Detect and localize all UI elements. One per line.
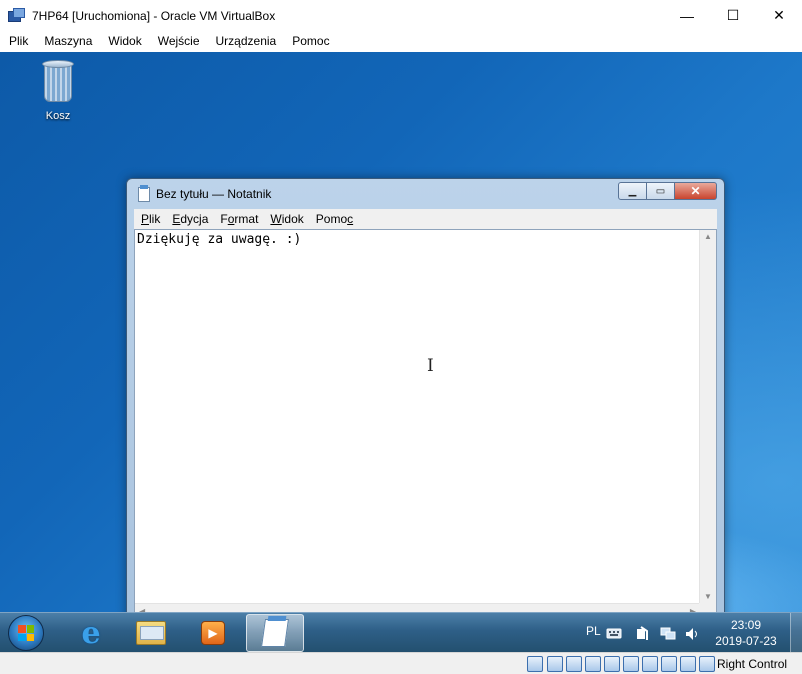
notepad-title: Bez tytułu — Notatnik	[156, 187, 272, 201]
scrollbar-corner	[699, 603, 716, 612]
network-adapter-icon[interactable]	[585, 656, 601, 672]
taskbar-media-player[interactable]: ▶	[184, 614, 242, 652]
notepad-menu-pomoc[interactable]: Pomoc	[310, 209, 359, 229]
virtualbox-menubar: Plik Maszyna Widok Wejście Urządzenia Po…	[0, 31, 802, 52]
system-clock[interactable]: 23:09 2019-07-23	[708, 617, 784, 649]
horizontal-scrollbar[interactable]: ◀ ▶	[135, 603, 700, 612]
cpu-icon[interactable]	[680, 656, 696, 672]
notepad-minimize-button[interactable]: ▁	[618, 182, 647, 200]
clock-time: 23:09	[730, 618, 762, 632]
virtualbox-statusbar: Right Control	[0, 652, 802, 674]
taskbar-windows-explorer[interactable]	[122, 614, 180, 652]
scroll-down-icon[interactable]: ▼	[704, 592, 712, 601]
notepad-icon	[138, 184, 150, 202]
folder-icon	[136, 621, 166, 645]
notepad-window[interactable]: Bez tytułu — Notatnik ▁ ▭ ✕ Plik Edycja …	[126, 178, 725, 612]
audio-icon[interactable]	[566, 656, 582, 672]
menu-wejscie[interactable]: Wejście	[150, 31, 208, 52]
notepad-menu-plik[interactable]: Plik	[134, 209, 166, 229]
shared-folders-icon[interactable]	[623, 656, 639, 672]
display-icon[interactable]	[642, 656, 658, 672]
recording-icon[interactable]	[661, 656, 677, 672]
desktop-icon-recycle-bin[interactable]: Kosz	[36, 58, 80, 122]
notepad-menu-edycja[interactable]: Edycja	[166, 209, 214, 229]
keyboard-icon[interactable]	[606, 626, 622, 640]
hard-disk-icon[interactable]	[527, 656, 543, 672]
notepad-titlebar[interactable]: Bez tytułu — Notatnik ▁ ▭ ✕	[127, 179, 724, 209]
guest-desktop[interactable]: Kosz Bez tytułu — Notatnik ▁ ▭ ✕ Plik Ed…	[0, 52, 802, 612]
notepad-menu-format[interactable]: Format	[214, 209, 264, 229]
menu-plik[interactable]: Plik	[0, 31, 36, 52]
minimize-button[interactable]: —	[664, 0, 710, 31]
start-button[interactable]	[8, 615, 44, 651]
notepad-icon	[261, 619, 289, 647]
network-icon[interactable]	[660, 626, 676, 640]
notepad-close-button[interactable]: ✕	[675, 182, 717, 200]
menu-maszyna[interactable]: Maszyna	[36, 31, 100, 52]
maximize-button[interactable]: ☐	[710, 0, 756, 31]
language-indicator[interactable]: PL	[586, 624, 601, 638]
usb-icon[interactable]	[604, 656, 620, 672]
ie-icon: e	[81, 615, 101, 651]
scroll-up-icon[interactable]: ▲	[704, 232, 712, 241]
clock-date: 2019-07-23	[715, 634, 777, 648]
show-desktop-button[interactable]	[790, 613, 802, 652]
menu-widok[interactable]: Widok	[100, 31, 149, 52]
vertical-scrollbar[interactable]: ▲ ▼	[699, 230, 716, 603]
taskbar-notepad[interactable]	[246, 614, 304, 652]
notepad-menu-widok[interactable]: Widok	[264, 209, 309, 229]
optical-drive-icon[interactable]	[547, 656, 563, 672]
text-cursor-icon: I	[427, 356, 434, 376]
volume-icon[interactable]	[684, 626, 700, 640]
menu-urzadzenia[interactable]: Urządzenia	[208, 31, 285, 52]
windows-logo-icon	[18, 625, 34, 641]
recycle-bin-icon	[40, 58, 76, 104]
host-key-label: Right Control	[717, 657, 788, 671]
virtualbox-titlebar[interactable]: 7HP64 [Uruchomiona] - Oracle VM VirtualB…	[0, 0, 802, 31]
close-button[interactable]: ✕	[756, 0, 802, 31]
notepad-content: Dziękuję za uwagę. :)	[137, 232, 302, 247]
virtualbox-window-title: 7HP64 [Uruchomiona] - Oracle VM VirtualB…	[32, 8, 276, 23]
notepad-menubar: Plik Edycja Format Widok Pomoc	[134, 209, 717, 229]
notepad-maximize-button[interactable]: ▭	[647, 182, 675, 200]
taskbar: e ▶ PL 23:09 2019-07-23	[0, 612, 802, 652]
notepad-text-area[interactable]: Dziękuję za uwagę. :) I ▲ ▼ ◀ ▶	[134, 229, 717, 612]
action-center-icon[interactable]	[634, 626, 650, 640]
media-player-icon: ▶	[201, 621, 225, 645]
virtualbox-app-icon	[8, 7, 26, 24]
menu-pomoc[interactable]: Pomoc	[284, 31, 337, 52]
taskbar-internet-explorer[interactable]: e	[62, 614, 120, 652]
desktop-icon-label: Kosz	[45, 110, 71, 122]
host-key-arrow-icon[interactable]	[699, 656, 715, 672]
